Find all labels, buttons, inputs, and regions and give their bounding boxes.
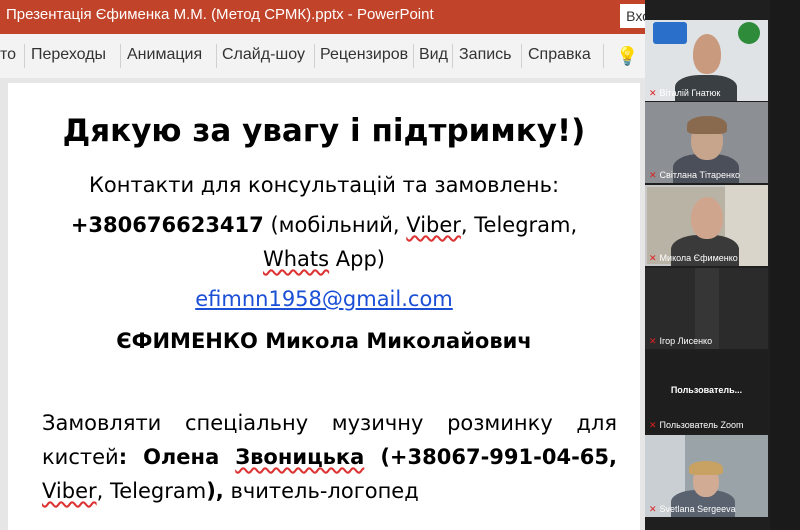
tab-separator	[452, 44, 453, 68]
mic-muted-icon: ✕	[649, 420, 657, 430]
phone-suffix: (мобільний,	[263, 213, 407, 237]
mic-muted-icon: ✕	[649, 504, 657, 514]
person-face	[693, 34, 721, 74]
lightbulb-icon[interactable]: 💡	[616, 46, 638, 67]
participant-name: ✕ Світлана Тітаренко	[649, 170, 741, 180]
slide-title: Дякую за увагу і підтримку!)	[62, 113, 586, 149]
person-face	[691, 197, 723, 239]
participant-name: ✕ Віталій Гнатюк	[649, 88, 721, 98]
tab-separator	[413, 44, 414, 68]
participant-tile-active[interactable]: ✕ Микола Єфименко	[645, 185, 768, 266]
author-name: ЄФИМЕНКО Микола Миколайович	[116, 329, 532, 353]
tab-partial[interactable]: то	[0, 46, 16, 64]
tab-separator	[603, 44, 604, 68]
tab-slideshow[interactable]: Слайд-шоу	[222, 46, 305, 64]
para-end: вчитель-логопед	[223, 479, 419, 503]
tab-transitions[interactable]: Переходы	[31, 46, 106, 64]
para-name-1: Олена	[143, 445, 236, 469]
email-line: efimnn1958@gmail.com	[8, 287, 640, 311]
whats-line: Whats App)	[8, 247, 640, 271]
phone-suffix-2: , Telegram,	[460, 213, 578, 237]
person-hair	[687, 116, 727, 134]
phone-line: +380676623417 (мобільний, Viber, Telegra…	[8, 213, 640, 237]
phone-number: +380676623417	[70, 213, 264, 237]
contacts-label: Контакти для консультацій та замовлень:	[88, 173, 560, 197]
participant-name: ✕ Svetlana Sergeeva	[649, 504, 736, 514]
mic-muted-icon: ✕	[649, 336, 657, 346]
participant-tile[interactable]: ✕ Віталій Гнатюк	[645, 20, 768, 101]
participant-tile[interactable]: ✕ Світлана Тітаренко	[645, 102, 768, 183]
participant-name: ✕ Ігор Лисенко	[649, 336, 713, 346]
tab-separator	[521, 44, 522, 68]
panel-scrollbar[interactable]	[770, 0, 800, 530]
mic-muted-icon: ✕	[649, 253, 657, 263]
tab-separator	[24, 44, 25, 68]
para-viber: Viber	[42, 479, 97, 503]
participant-name: ✕ Пользователь Zoom	[649, 420, 744, 430]
participant-name: ✕ Микола Єфименко	[649, 253, 738, 263]
order-paragraph: Замовляти спеціальну музичну розминку дл…	[42, 406, 617, 508]
participant-center-label: Пользователь...	[670, 385, 743, 395]
tab-help[interactable]: Справка	[528, 46, 591, 64]
tab-view[interactable]: Вид	[419, 46, 448, 64]
para-name-2: Звоницька	[235, 445, 365, 469]
slide-canvas[interactable]: Дякую за увагу і підтримку!) Контакти дл…	[8, 83, 640, 530]
person-hair	[689, 461, 723, 475]
para-close: ),	[206, 479, 224, 503]
viber-word: Viber	[406, 213, 461, 237]
participant-tile[interactable]: Пользователь... ✕ Пользователь Zoom	[645, 352, 768, 433]
participant-tile[interactable]: ✕ Ігор Лисенко	[645, 268, 768, 349]
whats-word: Whats	[262, 247, 330, 271]
email-link[interactable]: efimnn1958@gmail.com	[195, 287, 453, 311]
whats-suffix: App)	[329, 247, 386, 271]
tab-separator	[314, 44, 315, 68]
tab-separator	[120, 44, 121, 68]
mic-muted-icon: ✕	[649, 88, 657, 98]
para-colon: :	[118, 445, 144, 469]
mic-muted-icon: ✕	[649, 170, 657, 180]
para-phone: (+38067-991-04-65,	[364, 445, 617, 469]
tab-animation[interactable]: Анимация	[127, 46, 202, 64]
participant-tile[interactable]: ✕ Svetlana Sergeeva	[645, 435, 768, 517]
window-title: Презентація Єфименка М.М. (Метод СРМК).p…	[6, 6, 434, 23]
logo-icon	[653, 22, 687, 44]
tab-separator	[216, 44, 217, 68]
tab-review[interactable]: Рецензиров	[320, 46, 412, 64]
tab-record[interactable]: Запись	[459, 46, 512, 64]
emblem-icon	[738, 22, 760, 44]
para-telegram: , Telegram	[96, 479, 207, 503]
